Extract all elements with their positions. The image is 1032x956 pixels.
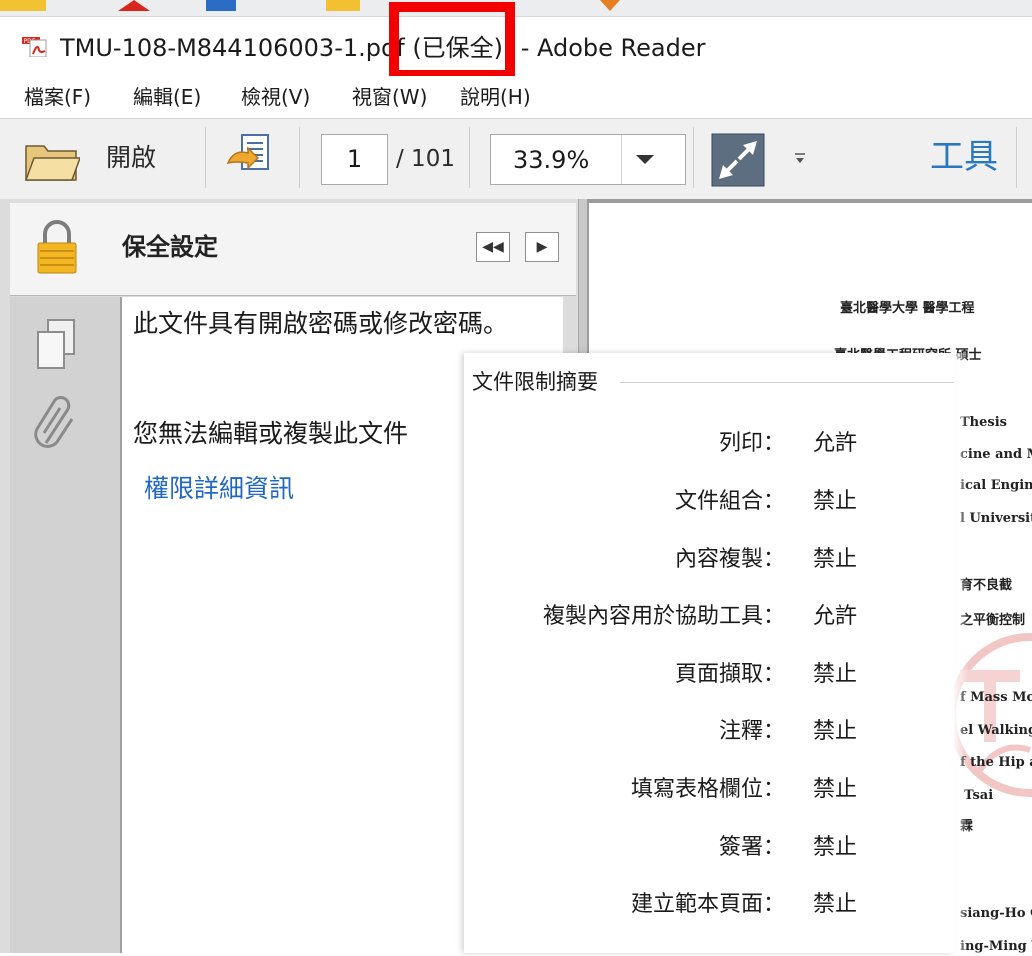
permission-value: 禁止 (813, 892, 858, 917)
document-text-line: 之平衡控制 (960, 613, 1026, 628)
document-text-line: el Walking (960, 723, 1032, 738)
document-text-line: l Universit (960, 511, 1032, 526)
permission-value: 禁止 (813, 835, 858, 860)
expand-pane-button[interactable]: ▶ (525, 232, 559, 262)
permission-label: 填寫表格欄位： (630, 777, 785, 802)
zoom-value[interactable]: 33.9% (513, 141, 589, 179)
menu-bar: 檔案(F) 編輯(E) 檢視(V) 視窗(W) 說明(H) (0, 76, 1032, 118)
toolbar-divider (205, 127, 206, 188)
menu-view[interactable]: 檢視(V) (241, 79, 310, 115)
permission-label: 內容複製： (674, 547, 785, 572)
permission-value: 禁止 (813, 489, 858, 514)
dialog-edge-fade (954, 353, 968, 953)
permission-details-link[interactable]: 權限詳細資訊 (144, 470, 294, 508)
dialog-group-border (620, 382, 954, 383)
window-file-name: TMU-108-M844106003-1.pdf (60, 34, 405, 62)
document-text-line: ing-Ming V (960, 939, 1032, 954)
tools-button[interactable]: 工具 (930, 134, 998, 180)
permission-label: 複製內容用於協助工具： (542, 604, 785, 629)
permission-label: 列印： (718, 431, 785, 456)
page-total-label: / 101 (396, 146, 455, 172)
chevron-down-icon[interactable] (636, 155, 654, 164)
permission-value: 禁止 (813, 662, 858, 687)
open-button-label[interactable]: 開啟 (106, 140, 156, 176)
permission-value: 禁止 (813, 777, 858, 802)
toolbar-divider (469, 127, 470, 188)
document-text-line: Tsai (964, 788, 994, 803)
menu-file[interactable]: 檔案(F) (24, 79, 91, 115)
taskbar-strip (0, 0, 1032, 17)
permission-label: 頁面擷取： (674, 662, 785, 687)
dialog-title: 文件限制摘要 (472, 366, 602, 398)
document-text-line: f Mass Mot (960, 690, 1032, 705)
title-separator: - (520, 34, 530, 62)
toolbar-divider (1016, 127, 1017, 188)
taskbar-app-icon[interactable] (206, 0, 236, 11)
security-settings-title: 保全設定 (122, 233, 218, 261)
taskbar-app-icon[interactable] (326, 0, 360, 11)
taskbar-app-icon[interactable] (118, 0, 150, 11)
document-text-line: 臺北醫學大學 醫學工程 (840, 301, 975, 316)
permission-value: 禁止 (813, 719, 858, 744)
password-protection-message: 此文件具有開啟密碼或修改密碼。 (133, 309, 509, 338)
document-text-line: cine and M (960, 447, 1032, 462)
permission-value: 允許 (813, 604, 858, 629)
permission-label: 建立範本頁面： (630, 892, 785, 917)
permission-label: 簽署： (718, 835, 785, 860)
page-thumbnails-icon[interactable] (36, 318, 76, 370)
document-text-line: f the Hip a (960, 755, 1032, 770)
taskbar-folder-icon[interactable] (0, 0, 46, 11)
highlight-annotation-box (389, 2, 515, 80)
document-text-line: siang-Ho C (960, 906, 1032, 921)
paperclip-icon[interactable] (32, 395, 78, 455)
page-number-input[interactable]: 1 (321, 134, 388, 185)
folder-open-icon[interactable] (24, 140, 80, 182)
menu-edit[interactable]: 編輯(E) (133, 79, 201, 115)
pdf-file-icon: PDF (22, 37, 47, 57)
permission-value: 允許 (813, 431, 858, 456)
window-app-name: Adobe Reader (537, 34, 706, 62)
collapse-pane-button[interactable]: ◀◀ (476, 232, 510, 262)
taskbar-app-icon[interactable] (600, 0, 620, 11)
toolbar-divider (299, 127, 300, 188)
permission-label: 文件組合： (674, 489, 785, 514)
customize-toolbar-icon[interactable] (794, 152, 806, 164)
lock-icon (37, 220, 77, 274)
toolbar-divider (693, 127, 694, 188)
edit-restriction-message: 您無法編輯或複製此文件 (133, 419, 409, 448)
permission-value: 禁止 (813, 547, 858, 572)
create-document-icon[interactable] (226, 133, 272, 183)
zoom-dropdown-divider (621, 135, 622, 184)
window-title: TMU-108-M844106003-1.pdf (已保全) - Adobe R… (60, 28, 705, 68)
menu-window[interactable]: 視窗(W) (352, 79, 427, 115)
permission-label: 注釋： (718, 719, 785, 744)
menu-help[interactable]: 說明(H) (460, 79, 531, 115)
fullscreen-expand-icon[interactable] (711, 133, 765, 187)
document-text-line: ical Engine (960, 478, 1032, 493)
